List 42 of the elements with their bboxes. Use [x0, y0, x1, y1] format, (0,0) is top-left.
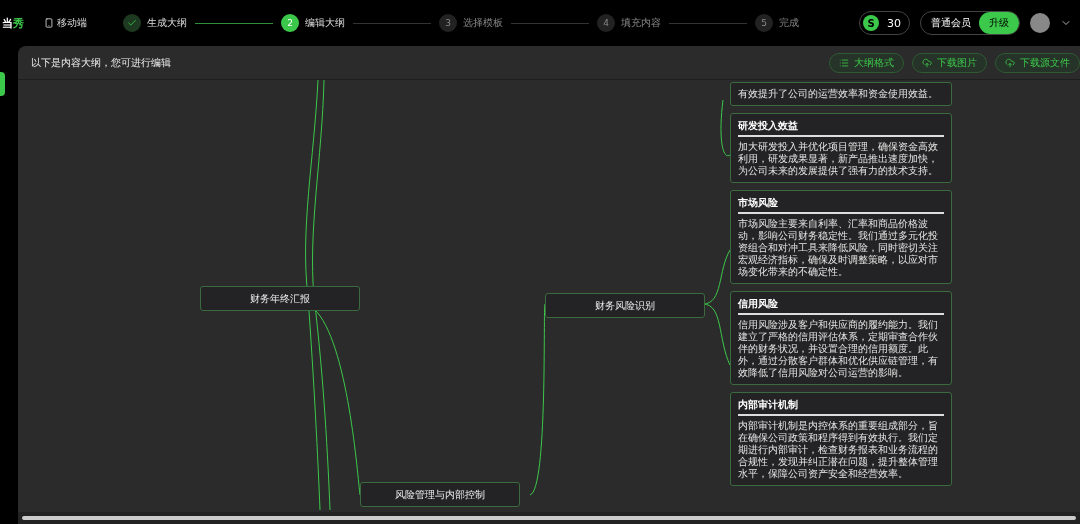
upgrade-button[interactable]: 升级: [979, 12, 1019, 34]
toolbar-button[interactable]: 下载图片: [912, 52, 987, 73]
toolbar-button[interactable]: 下载源文件: [995, 52, 1080, 73]
step-number: 3: [439, 14, 457, 32]
topic-card[interactable]: 有效提升了公司的运营效率和资金使用效益。: [730, 82, 952, 106]
topic-card[interactable]: 市场风险 市场风险主要来自利率、汇率和商品价格波动，影响公司财务稳定性。我们通过多元化投资组合和对冲工具来降低风险，同时密切关注宏观经济指标，确保及时调整策略，以应对市场变化带来的不确定性。: [730, 190, 952, 284]
coin-icon: S: [863, 15, 879, 31]
card-title: 研发投入效益: [738, 119, 944, 137]
step-label: 填充内容: [621, 16, 661, 30]
phone-icon: [44, 18, 54, 28]
step-label: 编辑大纲: [305, 16, 345, 30]
root-node[interactable]: 财务年终汇报: [200, 286, 360, 311]
card-text: 信用风险涉及客户和供应商的履约能力。我们建立了严格的信用评估体系，定期审查合作伙伴的财务状况，并设置合理的信用额度。此外，通过分散客户群体和优化供应链管理，有效降低了信用风险对公司运营的影响。: [738, 319, 939, 379]
card-text: 加大研发投入并优化项目管理，确保资金高效利用，研发成果显著，新产品推出速度加快，为公司未来的发展提供了强有力的技术支持。: [738, 141, 939, 177]
card-text: 有效提升了公司的运营效率和资金使用效益。: [738, 88, 939, 100]
check-icon: [127, 18, 137, 28]
card-text: 市场风险主要来自利率、汇率和商品价格波动，影响公司财务稳定性。我们通过多元化投资组合和对冲工具来降低风险，同时密切关注宏观经济指标，确保及时调整策略，以应对市场变化带来的不确定性。: [738, 218, 939, 278]
list-icon: [839, 57, 849, 68]
card-text: 内部审计机制是内控体系的重要组成部分，旨在确保公司政策和程序得到有效执行。我们定期进行内部审计，检查财务报表和业务流程的合规性，发现并纠正潜在问题，提升整体管理水平，保障公司资产安全和经营效率。: [738, 420, 939, 480]
topic-card[interactable]: 内部审计机制 内部审计机制是内控体系的重要组成部分，旨在确保公司政策和程序得到有效执行。我们定期进行内部审计，检查财务报表和业务流程的合规性，发现并纠正潜在问题，提升整体管理水平，保障公司资产安全和经营效率。: [730, 392, 952, 486]
topic-card[interactable]: 研发投入效益 加大研发投入并优化项目管理，确保资金高效利用，研发成果显著，新产品推出速度加快，为公司未来的发展提供了强有力的技术支持。: [730, 113, 952, 183]
sidebar-tab[interactable]: [0, 72, 5, 96]
step-label: 完成: [779, 16, 799, 30]
toolbar-button[interactable]: 大纲格式: [829, 52, 904, 73]
step-label: 生成大纲: [147, 16, 187, 30]
toolbar-title: 以下是内容大纲，您可进行编辑: [31, 55, 171, 70]
avatar[interactable]: [1030, 13, 1050, 33]
card-title: 内部审计机制: [738, 398, 944, 416]
cloud-icon: [1005, 57, 1015, 68]
step-number: 5: [755, 14, 773, 32]
topic-card[interactable]: 信用风险 信用风险涉及客户和供应商的履约能力。我们建立了严格的信用评估体系，定期审查合作伙伴的财务状况，并设置合理的信用额度。此外，通过分散客户群体和优化供应链管理，有效降低了信用风险对公司运营的影响。: [730, 291, 952, 385]
mobile-link[interactable]: 移动端: [44, 16, 87, 30]
branch-node[interactable]: 财务风险识别: [545, 293, 705, 318]
card-title: 市场风险: [738, 196, 944, 214]
card-title: 信用风险: [738, 297, 944, 315]
step-number: 2: [281, 14, 299, 32]
scrollbar[interactable]: [22, 516, 1076, 520]
step-label: 选择模板: [463, 16, 503, 30]
cloud-icon: [922, 57, 932, 68]
app-logo[interactable]: 当秀: [2, 15, 24, 31]
branch-node[interactable]: 风险管理与内部控制: [360, 482, 520, 507]
step-number: 4: [597, 14, 615, 32]
